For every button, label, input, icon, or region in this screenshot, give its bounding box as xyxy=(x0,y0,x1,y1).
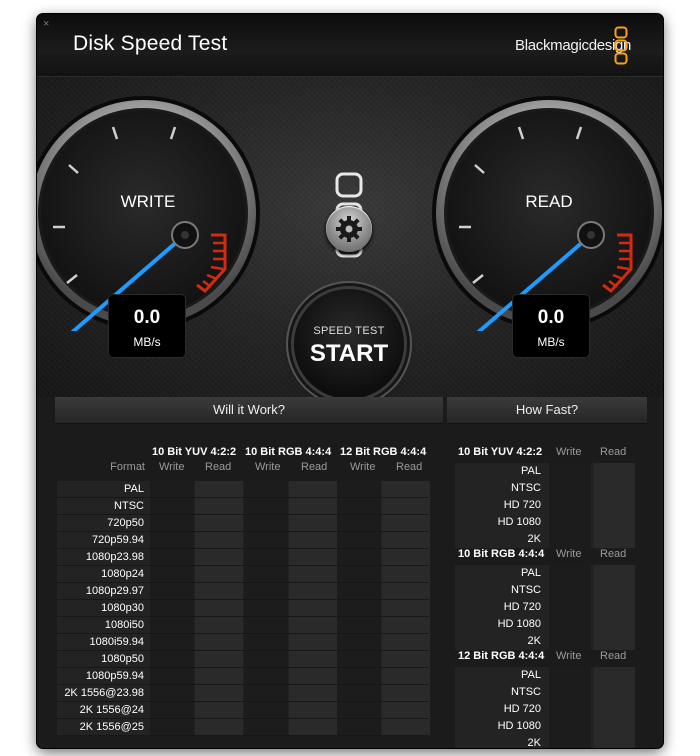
wiw-format-label: NTSC xyxy=(114,500,144,512)
wiw-format-label: 2K 1556@25 xyxy=(79,721,144,733)
how-fast-row-label: PAL xyxy=(521,465,541,477)
write-readout: 0.0 MB/s xyxy=(108,294,186,358)
wiw-row-line xyxy=(57,599,429,600)
how-fast-read-column xyxy=(594,667,635,748)
how-fast-group-header: 10 Bit YUV 4:2:2 xyxy=(458,446,543,458)
wiw-format-label: 1080p23.98 xyxy=(85,551,144,563)
wiw-format-label: 1080i59.94 xyxy=(89,636,144,648)
wiw-row-line xyxy=(57,616,429,617)
wiw-row-line xyxy=(57,718,429,719)
read-readout: 0.0 MB/s xyxy=(512,294,590,358)
wiw-format-label: 1080p24 xyxy=(101,568,144,580)
wiw-row-line xyxy=(57,701,429,702)
wiw-column xyxy=(382,481,430,736)
close-icon[interactable]: × xyxy=(43,18,49,30)
start-button-label: START xyxy=(309,340,389,367)
how-fast-row-label: PAL xyxy=(521,669,541,681)
read-unit: MB/s xyxy=(537,335,565,349)
wiw-column xyxy=(150,481,194,736)
gear-icon xyxy=(336,216,362,242)
how-fast-row-label: HD 720 xyxy=(503,703,541,715)
wiw-write-header: Write xyxy=(350,461,376,473)
wiw-column xyxy=(289,481,337,736)
wiw-column xyxy=(244,481,288,736)
write-unit: MB/s xyxy=(133,335,161,349)
how-fast-header: How Fast? xyxy=(447,397,647,424)
how-fast-group-header: 10 Bit RGB 4:4:4 xyxy=(458,548,545,560)
how-fast-row-label: HD 1080 xyxy=(497,516,541,528)
results-panel: Will it Work? How Fast? 10 Bit YUV 4:2:2… xyxy=(37,397,663,748)
read-value: 0.0 xyxy=(537,307,565,328)
wiw-row-line xyxy=(57,582,429,583)
wiw-format-label: PAL xyxy=(124,483,144,495)
how-fast-write-header: Write xyxy=(556,650,582,662)
wiw-read-header: Read xyxy=(205,461,232,473)
how-fast-read-header: Read xyxy=(600,548,627,560)
how-fast-write-column xyxy=(549,463,591,548)
wiw-group-header: 12 Bit RGB 4:4:4 xyxy=(340,446,427,458)
wiw-group-header: 10 Bit YUV 4:2:2 xyxy=(152,446,237,458)
how-fast-write-header: Write xyxy=(556,446,582,458)
wiw-write-header: Write xyxy=(255,461,281,473)
how-fast-row-label: HD 720 xyxy=(503,499,541,511)
wiw-row-line xyxy=(57,684,429,685)
wiw-format-label: 1080p50 xyxy=(101,653,144,665)
wiw-write-header: Write xyxy=(159,461,185,473)
wiw-format-label: 2K 1556@23.98 xyxy=(64,687,144,699)
how-fast-write-column xyxy=(549,667,591,748)
start-button-caption: SPEED TEST xyxy=(313,325,385,337)
wiw-row-line xyxy=(57,548,429,549)
wiw-format-label: 1080p59.94 xyxy=(85,670,144,682)
wiw-format-label: 1080p30 xyxy=(101,602,144,614)
wiw-row-line xyxy=(57,565,429,566)
wiw-row-line xyxy=(57,497,429,498)
wiw-format-label: 720p50 xyxy=(107,517,144,529)
wiw-format-label: 720p59.94 xyxy=(92,534,144,546)
how-fast-row-label: HD 720 xyxy=(503,601,541,613)
how-fast-row-label: 2K xyxy=(527,635,541,647)
write-value: 0.0 xyxy=(133,307,161,328)
how-fast-group-header: 12 Bit RGB 4:4:4 xyxy=(458,650,545,662)
how-fast-write-column xyxy=(549,565,591,650)
how-fast-row-label: 2K xyxy=(527,737,541,748)
settings-button[interactable] xyxy=(326,206,372,252)
wiw-group-header: 10 Bit RGB 4:4:4 xyxy=(245,446,332,458)
title-bar: × Disk Speed Test Blackmagicdesign xyxy=(37,14,663,77)
how-fast-row-label: NTSC xyxy=(511,686,541,698)
wiw-column xyxy=(195,481,243,736)
will-it-work-header: Will it Work? xyxy=(55,397,443,424)
app-window: × Disk Speed Test Blackmagicdesign WRITE… xyxy=(37,14,663,748)
how-fast-read-header: Read xyxy=(600,446,627,458)
how-fast-write-header: Write xyxy=(556,548,582,560)
how-fast-row-label: HD 1080 xyxy=(497,720,541,732)
wiw-format-header: Format xyxy=(110,461,145,473)
wiw-format-label: 1080i50 xyxy=(104,619,144,631)
wiw-row-line xyxy=(57,735,429,736)
wiw-format-label: 1080p29.97 xyxy=(85,585,144,597)
blackmagic-logo-icon xyxy=(614,26,628,65)
wiw-row-line xyxy=(57,667,429,668)
wiw-read-header: Read xyxy=(396,461,423,473)
window-title: Disk Speed Test xyxy=(73,32,228,55)
write-gauge-label: WRITE xyxy=(120,192,176,211)
wiw-row-line xyxy=(57,633,429,634)
start-button[interactable]: SPEED TEST START xyxy=(294,289,404,399)
wiw-row-line xyxy=(57,531,429,532)
how-fast-read-column xyxy=(594,565,635,650)
how-fast-row-label: NTSC xyxy=(511,584,541,596)
how-fast-read-header: Read xyxy=(600,650,627,662)
read-gauge-label: READ xyxy=(525,192,573,211)
how-fast-row-label: HD 1080 xyxy=(497,618,541,630)
how-fast-read-column xyxy=(594,463,635,548)
how-fast-row-label: NTSC xyxy=(511,482,541,494)
wiw-format-label: 2K 1556@24 xyxy=(79,704,144,716)
wiw-row-line xyxy=(57,650,429,651)
wiw-column xyxy=(337,481,381,736)
wiw-row-line xyxy=(57,514,429,515)
wiw-read-header: Read xyxy=(301,461,328,473)
how-fast-row-label: 2K xyxy=(527,533,541,545)
how-fast-row-label: PAL xyxy=(521,567,541,579)
